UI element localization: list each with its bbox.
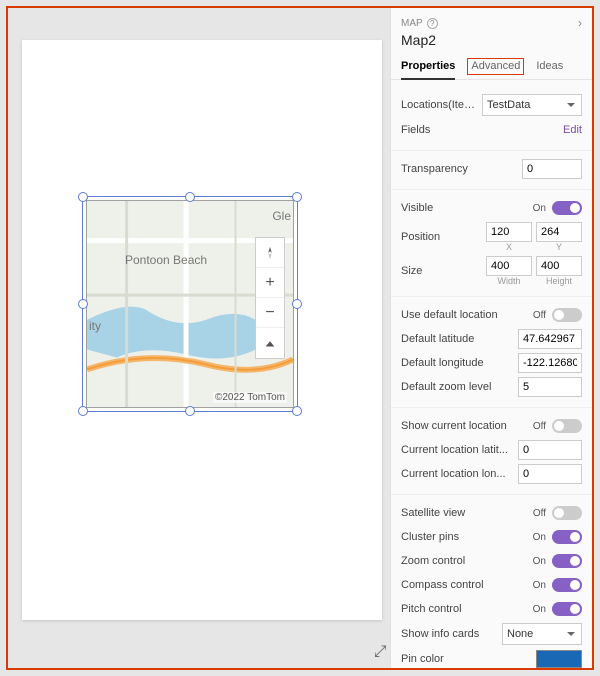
breadcrumb[interactable]: MAP ? › xyxy=(401,16,582,30)
curlat-label: Current location latit... xyxy=(401,444,518,456)
pitch-label: Pitch control xyxy=(401,603,528,615)
pos-y-input[interactable] xyxy=(536,222,582,242)
height-input[interactable] xyxy=(536,256,582,276)
map-toolbar: + − xyxy=(255,237,285,359)
zoomc-toggle[interactable] xyxy=(552,554,582,568)
map-control[interactable]: Pontoon Beach Gle ity ©2022 TomTom + − xyxy=(86,200,294,408)
zoom-input[interactable] xyxy=(518,377,582,397)
compass-label: Compass control xyxy=(401,579,528,591)
map-place-label: ity xyxy=(89,319,101,333)
sat-label: Satellite view xyxy=(401,507,528,519)
sat-toggle[interactable] xyxy=(552,506,582,520)
lon-label: Default longitude xyxy=(401,357,518,369)
control-name: Map2 xyxy=(401,32,582,48)
pos-x-input[interactable] xyxy=(486,222,532,242)
zoom-label: Default zoom level xyxy=(401,381,518,393)
showcur-label: Show current location xyxy=(401,420,528,432)
map-place-label: Gle xyxy=(272,209,291,223)
map-credits: ©2022 TomTom xyxy=(213,392,287,403)
canvas-area[interactable]: Pontoon Beach Gle ity ©2022 TomTom + − xyxy=(8,8,394,668)
cluster-toggle[interactable] xyxy=(552,530,582,544)
tab-advanced-label: Advanced xyxy=(467,58,524,75)
locations-label: Locations(Items) xyxy=(401,99,482,111)
pitch-toggle[interactable] xyxy=(552,602,582,616)
position-label: Position xyxy=(401,231,486,243)
fields-edit-link[interactable]: Edit xyxy=(563,124,582,136)
info-select[interactable]: None xyxy=(502,623,582,645)
curlon-input[interactable] xyxy=(518,464,582,484)
tab-advanced[interactable]: Advanced xyxy=(467,60,524,79)
tab-properties[interactable]: Properties xyxy=(401,60,455,80)
locations-select[interactable]: TestData xyxy=(482,94,582,116)
tab-ideas[interactable]: Ideas xyxy=(536,60,563,79)
size-label: Size xyxy=(401,265,486,277)
visible-toggle[interactable] xyxy=(552,201,582,215)
breadcrumb-label: MAP xyxy=(401,18,423,29)
zoom-in-icon[interactable]: + xyxy=(256,268,284,298)
canvas-resize-icon[interactable]: ⤡ xyxy=(371,645,389,658)
usedef-label: Use default location xyxy=(401,309,528,321)
visible-label: Visible xyxy=(401,202,528,214)
width-input[interactable] xyxy=(486,256,532,276)
tabs: Properties Advanced Ideas xyxy=(391,52,592,80)
help-icon[interactable]: ? xyxy=(427,18,438,29)
curlat-input[interactable] xyxy=(518,440,582,460)
app-screen: Pontoon Beach Gle ity ©2022 TomTom + − xyxy=(22,40,382,620)
pitch-icon[interactable] xyxy=(256,328,284,358)
map-place-label: Pontoon Beach xyxy=(125,253,207,267)
properties-panel: MAP ? › Map2 Properties Advanced Ideas L… xyxy=(390,8,592,668)
transparency-label: Transparency xyxy=(401,163,522,175)
curlon-label: Current location lon... xyxy=(401,468,518,480)
cluster-label: Cluster pins xyxy=(401,531,528,543)
compass-toggle[interactable] xyxy=(552,578,582,592)
usedef-toggle[interactable] xyxy=(552,308,582,322)
pincolor-swatch[interactable] xyxy=(536,650,582,668)
lat-input[interactable] xyxy=(518,329,582,349)
showcur-toggle[interactable] xyxy=(552,419,582,433)
lat-label: Default latitude xyxy=(401,333,518,345)
lon-input[interactable] xyxy=(518,353,582,373)
transparency-input[interactable] xyxy=(522,159,582,179)
pincolor-label: Pin color xyxy=(401,653,536,665)
chevron-right-icon[interactable]: › xyxy=(578,16,582,30)
info-label: Show info cards xyxy=(401,628,502,640)
fields-label: Fields xyxy=(401,124,563,136)
compass-icon[interactable] xyxy=(256,238,284,268)
zoom-out-icon[interactable]: − xyxy=(256,298,284,328)
zoomc-label: Zoom control xyxy=(401,555,528,567)
